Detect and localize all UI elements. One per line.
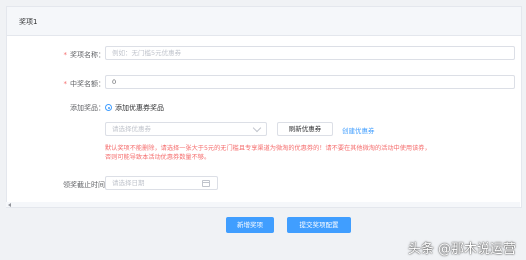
watermark: 头条 @那木说运营 — [407, 242, 516, 257]
required-mark: * — [63, 51, 68, 59]
prize-panel-header: 奖项1 — [7, 7, 521, 36]
coupon-warning-line-1: 默认奖项不能删除，请选择一张大于5元的无门槛且专享渠道为微淘的优惠券的！请不要在… — [105, 145, 431, 152]
deadline-date-placeholder: 请选择日期 — [112, 179, 145, 187]
panel-title: 奖项1 — [19, 18, 38, 26]
deadline-label: 领奖截止时间 — [63, 181, 105, 189]
win-count-label-text: 中奖名额： — [70, 80, 105, 88]
submit-prize-config-button[interactable]: 提交奖项配置 — [287, 217, 351, 233]
win-count-label: * 中奖名额： — [15, 79, 106, 89]
calendar-icon — [202, 180, 210, 187]
required-mark: * — [63, 80, 68, 88]
chevron-down-icon — [252, 123, 262, 133]
scroll-left-arrow-icon[interactable] — [8, 203, 11, 207]
coupon-prize-radio[interactable] — [105, 104, 112, 111]
horizontal-scrollbar[interactable] — [6, 202, 520, 207]
coupon-warning-line-2: 否则可能导致本活动优惠券数量不够。 — [105, 154, 211, 161]
create-coupon-link[interactable]: 创建优惠券 — [342, 125, 375, 135]
prize-name-input[interactable]: 例如：无门槛5元优惠券 — [105, 46, 515, 60]
coupon-prize-radio-label[interactable]: 添加优惠券奖品 — [115, 103, 164, 113]
prize-name-label: * 奖项名称： — [15, 50, 106, 60]
coupon-select[interactable]: 请选择优惠券 — [105, 122, 267, 136]
coupon-warning-text: 默认奖项不能删除，请选择一张大于5元的无门槛且专享渠道为微淘的优惠券的！请不要在… — [105, 144, 525, 162]
refresh-coupon-button[interactable]: 刷新优惠券 — [277, 122, 333, 136]
add-prize-button[interactable]: 新增奖项 — [226, 217, 274, 233]
prize-name-label-text: 奖项名称： — [70, 51, 105, 59]
prize-panel: 奖项1 * 奖项名称： 例如：无门槛5元优惠券 * 中奖名额： 0 添加奖品： 添加… — [6, 6, 522, 208]
add-prize-label: 添加奖品： — [70, 104, 105, 112]
deadline-date-picker[interactable]: 请选择日期 — [105, 176, 218, 190]
win-count-input[interactable]: 0 — [105, 75, 515, 89]
coupon-select-placeholder: 请选择优惠券 — [112, 125, 151, 133]
